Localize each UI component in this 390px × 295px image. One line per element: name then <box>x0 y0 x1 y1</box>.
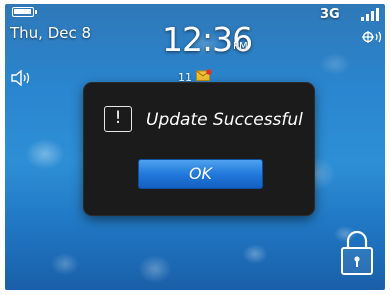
clock-time: 12:36 <box>162 20 253 59</box>
alert-icon: ! <box>104 106 132 132</box>
lock-icon[interactable] <box>339 228 375 278</box>
network-type: 3G <box>320 7 340 22</box>
signal-strength-icon <box>357 7 381 21</box>
wifi-icon[interactable] <box>361 30 383 44</box>
clock-ampm: PM <box>233 41 248 52</box>
volume-icon[interactable] <box>10 70 32 86</box>
update-dialog: ! Update Successful OK <box>84 83 314 215</box>
dialog-title: Update Successful <box>146 110 303 130</box>
message-icon[interactable] <box>196 69 212 81</box>
home-screen: Thu, Dec 8 12:36 PM 3G 11 ! Update Succe… <box>5 4 385 290</box>
ok-button[interactable]: OK <box>138 159 263 189</box>
battery-icon <box>12 7 37 17</box>
date-label: Thu, Dec 8 <box>10 24 92 42</box>
